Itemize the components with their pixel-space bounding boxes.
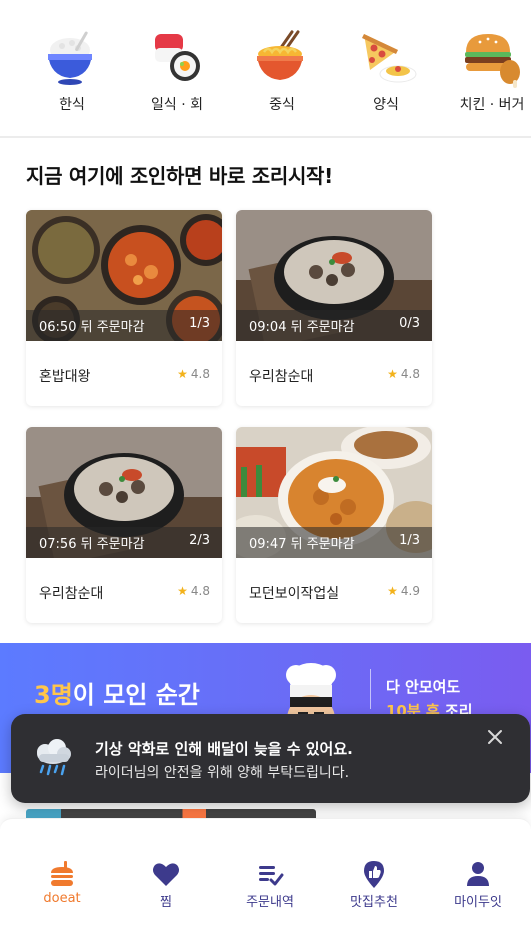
weather-toast: 기상 악화로 인해 배달이 늦을 수 있어요. 라이더님의 안전을 위해 양해 … [11,714,530,803]
star-icon: ★ [387,584,398,598]
nav-item-doeat[interactable]: doeat [17,859,107,906]
nav-item-my-page[interactable]: 마이두잇 [433,859,523,910]
nav-item-favorites[interactable]: 찜 [121,859,211,910]
rating: ★ 4.8 [177,367,210,381]
star-icon: ★ [177,367,188,381]
rating-value: 4.8 [400,367,420,381]
rice-bowl-icon [48,31,92,85]
star-icon: ★ [387,367,398,381]
rating: ★ 4.8 [177,584,210,598]
rating: ★ 4.9 [387,584,420,598]
close-icon[interactable] [484,726,506,748]
participant-count: 0/3 [399,316,420,331]
category-western[interactable]: 양식 [336,26,436,114]
rating-value: 4.8 [190,367,210,381]
rain-cloud-icon [37,739,71,776]
restaurant-name: 우리참순대 [39,586,104,602]
nav-item-order-history[interactable]: 주문내역 [225,859,315,910]
rating: ★ 4.8 [387,367,420,381]
category-label: 양식 [373,97,399,113]
toast-title: 기상 악화로 인해 배달이 늦을 수 있어요. [95,740,353,758]
nav-label: 주문내역 [246,895,294,910]
participant-count: 1/3 [189,316,210,331]
category-row: 한식 일식 · 회 중식 양식 치킨 · 버거 [0,0,531,136]
heart-icon [153,863,179,886]
nav-label: doeat [43,891,81,906]
nav-item-recommend[interactable]: 맛집추천 [329,859,419,910]
restaurant-name: 우리참순대 [249,369,314,385]
bottom-navigation: doeat 찜 주문내역 맛집추천 마이두잇 [0,818,531,927]
order-list-icon [259,866,284,886]
deadline-text: 09:04 뒤 주문마감 [249,320,355,335]
deadline-text: 06:50 뒤 주문마감 [39,320,145,335]
participant-count: 2/3 [189,533,210,548]
sushi-icon [155,34,200,81]
category-label: 중식 [269,97,295,113]
group-order-card[interactable]: 07:56 뒤 주문마감 2/3 우리참순대 ★ 4.8 [26,427,222,623]
deadline-text: 09:47 뒤 주문마감 [249,537,355,552]
banner-separator [370,669,371,709]
deadline-text: 07:56 뒤 주문마감 [39,537,145,552]
category-chicken-burger[interactable]: 치킨 · 버거 [442,26,531,114]
restaurant-name: 모던보이작업실 [249,586,340,602]
nav-label: 찜 [160,895,172,910]
section-divider [0,136,531,138]
banner-headline: 3명이 모인 순간 [34,681,200,709]
restaurant-name: 혼밥대왕 [39,369,91,385]
rating-value: 4.9 [400,584,420,598]
noodle-bowl-icon [257,30,303,80]
category-label: 일식 · 회 [151,97,203,113]
group-order-card[interactable]: 09:04 뒤 주문마감 0/3 우리참순대 ★ 4.8 [236,210,432,406]
person-icon [467,862,489,886]
group-order-card[interactable]: 09:47 뒤 주문마감 1/3 모던보이작업실 ★ 4.9 [236,427,432,623]
toast-body: 라이더님의 안전을 위해 양해 부탁드립니다. [95,765,350,781]
thumb-pin-icon [364,861,384,888]
participant-count: 1/3 [399,533,420,548]
burger-chicken-icon [465,34,520,88]
rating-value: 4.8 [190,584,210,598]
section-title: 지금 여기에 조인하면 바로 조리시작! [26,164,333,188]
category-japanese[interactable]: 일식 · 회 [127,26,227,114]
category-label: 한식 [59,97,85,113]
category-korean[interactable]: 한식 [22,26,122,114]
nav-label: 마이두잇 [454,895,502,910]
category-label: 치킨 · 버거 [459,97,525,113]
pizza-pasta-icon [362,34,417,83]
category-chinese[interactable]: 중식 [232,26,332,114]
doeat-logo-icon [51,861,73,886]
nav-label: 맛집추천 [350,895,398,910]
group-order-card[interactable]: 06:50 뒤 주문마감 1/3 혼밥대왕 ★ 4.8 [26,210,222,406]
star-icon: ★ [177,584,188,598]
